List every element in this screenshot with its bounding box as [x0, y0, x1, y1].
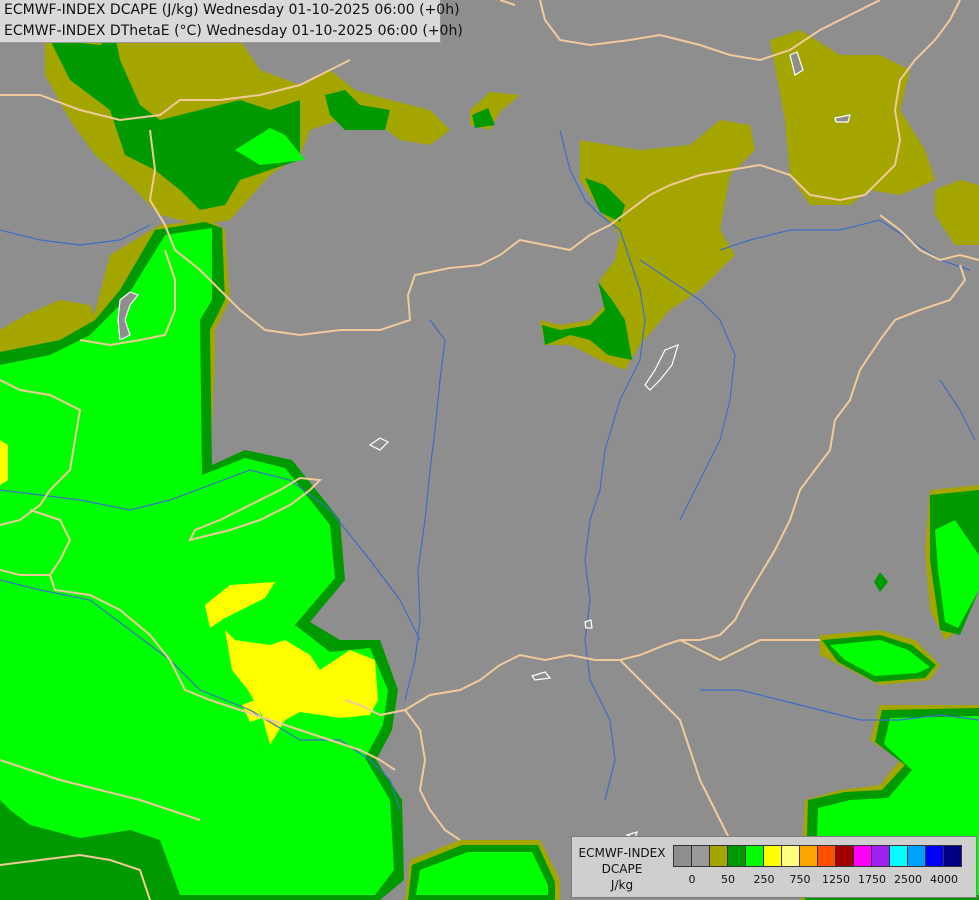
legend-tick-label: 0: [688, 873, 696, 886]
legend-swatch: [871, 845, 890, 867]
legend-ticks: 0 50 250 750 1250 1750 2500 4000: [674, 873, 974, 889]
legend-swatch: [763, 845, 782, 867]
legend-unit: J/kg: [610, 878, 634, 892]
legend-title: ECMWF-INDEX: [578, 846, 666, 860]
legend-swatch: [925, 845, 944, 867]
legend-swatch: [943, 845, 962, 867]
legend-tick-label: 4000: [930, 873, 958, 886]
legend-swatch: [835, 845, 854, 867]
map-title-box: ECMWF-INDEX DCAPE (J/kg) Wednesday 01-10…: [0, 0, 463, 43]
legend-swatch: [853, 845, 872, 867]
legend-swatch: [907, 845, 926, 867]
legend-swatch: [781, 845, 800, 867]
legend-swatch: [691, 845, 710, 867]
legend-tick-label: 2500: [894, 873, 922, 886]
color-legend: ECMWF-INDEX DCAPE J/kg 0 50 250 750 1250 1750…: [571, 836, 977, 898]
weather-map: [0, 0, 979, 900]
legend-swatch: [709, 845, 728, 867]
legend-swatch: [889, 845, 908, 867]
legend-tick-label: 50: [721, 873, 735, 886]
legend-tick-label: 250: [753, 873, 775, 886]
legend-tick-label: 750: [789, 873, 811, 886]
legend-swatch: [799, 845, 818, 867]
legend-swatch: [673, 845, 692, 867]
legend-text: ECMWF-INDEX DCAPE J/kg: [574, 845, 670, 893]
legend-swatch: [745, 845, 764, 867]
map-title-dthetae: ECMWF-INDEX DThetaE (°C) Wednesday 01-10…: [4, 23, 463, 39]
legend-tick-label: 1250: [822, 873, 850, 886]
legend-swatches: [673, 845, 962, 867]
legend-tick-label: 1750: [858, 873, 886, 886]
legend-swatch: [817, 845, 836, 867]
legend-variable: DCAPE: [601, 862, 643, 876]
map-title-dcape: ECMWF-INDEX DCAPE (J/kg) Wednesday 01-10…: [4, 2, 460, 18]
legend-swatch: [727, 845, 746, 867]
